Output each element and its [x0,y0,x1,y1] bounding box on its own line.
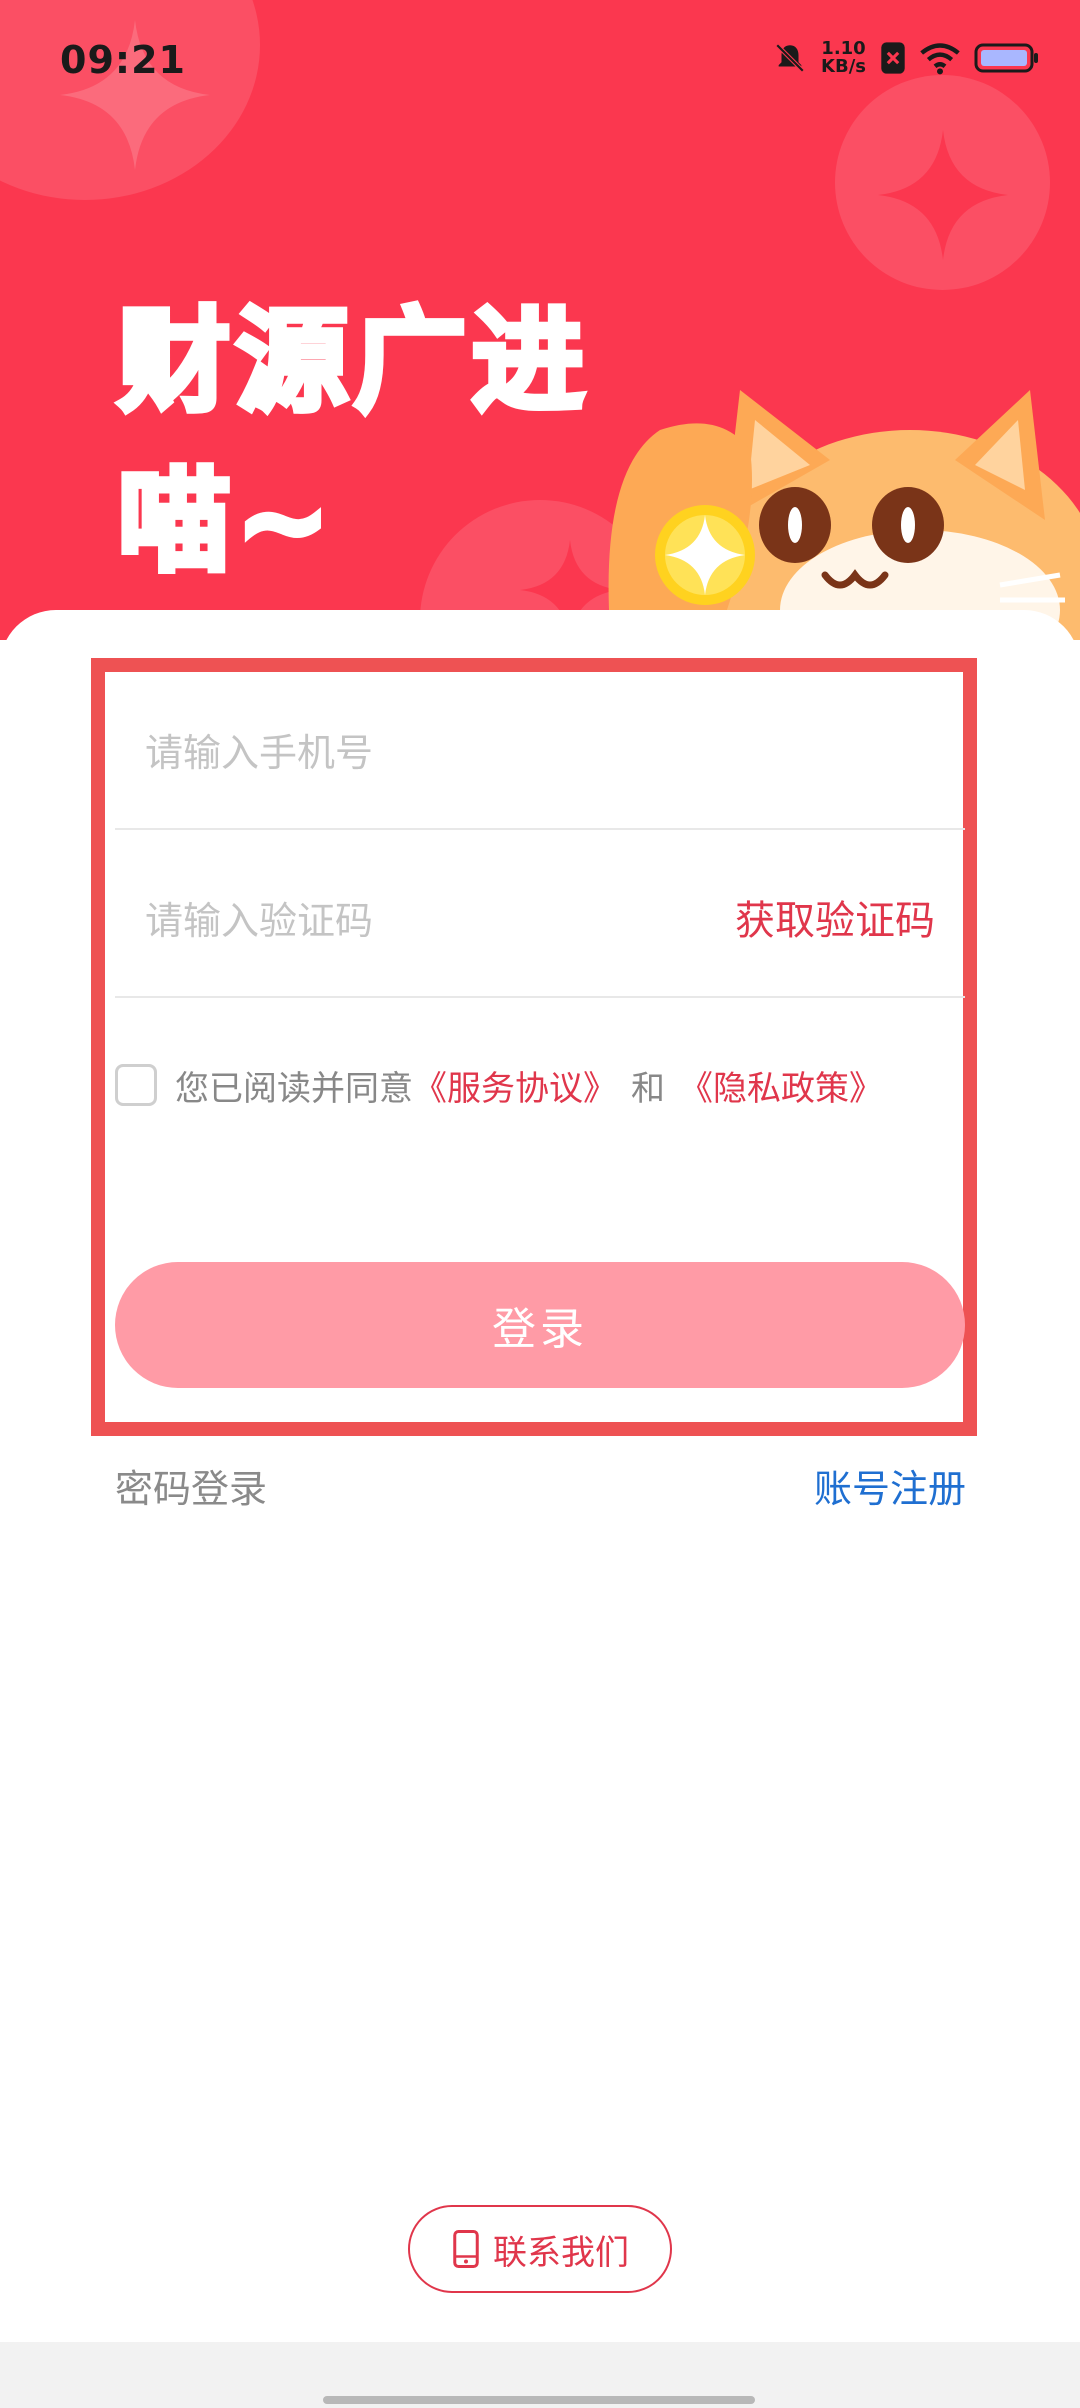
code-field[interactable]: 请输入验证码 获取验证码 [115,828,965,998]
cat-mascot-icon [608,390,1080,640]
code-input[interactable]: 请输入验证码 [145,890,373,945]
status-time: 09:21 [60,38,186,82]
agreement-checkbox[interactable] [115,1064,157,1106]
mute-icon [775,43,805,73]
agreement-and: 和 [631,1068,665,1109]
contact-us-button[interactable]: 联系我们 [408,2205,672,2293]
hero-line-2: 喵~ [115,454,336,590]
wifi-icon [920,43,960,75]
home-indicator[interactable] [323,2396,755,2404]
service-agreement-link[interactable]: 《服务协议》 [413,1061,617,1110]
status-bar: 09:21 1.10 KB/s [0,0,1080,120]
battery-icon [974,43,1038,73]
contact-us-label: 联系我们 [493,2232,629,2273]
login-button[interactable]: 登录 [115,1262,965,1388]
password-login-link[interactable]: 密码登录 [115,1458,267,1513]
agreement-row: 您已阅读并同意 《服务协议》 和 《隐私政策》 [115,1060,883,1110]
sim-icon [881,42,905,74]
phone-icon [453,2230,479,2268]
get-code-button[interactable]: 获取验证码 [735,888,935,946]
status-icons: 1.10 KB/s [773,40,1040,76]
agreement-prefix: 您已阅读并同意 [175,1068,413,1109]
net-speed-unit: KB/s [821,56,866,77]
sparkle-decor-icon [878,130,1008,260]
phone-field[interactable]: 请输入手机号 [115,660,965,830]
register-link[interactable]: 账号注册 [814,1458,966,1513]
privacy-policy-link[interactable]: 《隐私政策》 [679,1061,883,1110]
phone-input[interactable]: 请输入手机号 [145,722,373,777]
hero-line-1: 财源广进 [115,294,590,430]
hero-headline: 财源广进 喵~ [115,282,590,602]
net-speed: 1.10 KB/s [821,40,866,76]
